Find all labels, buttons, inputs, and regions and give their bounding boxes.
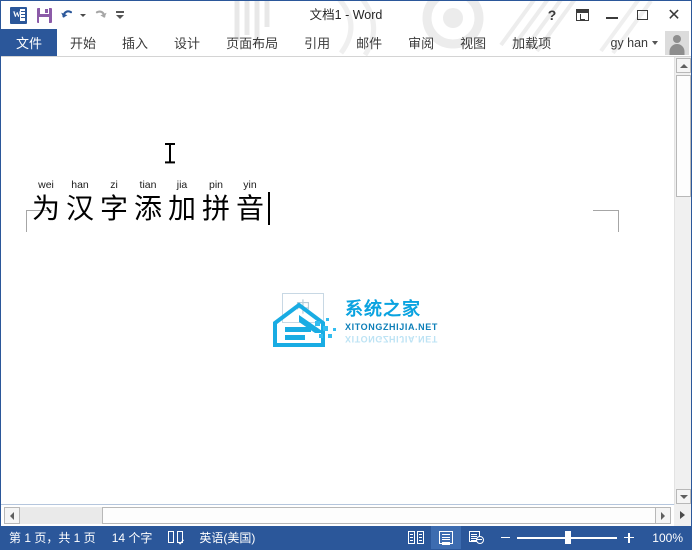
han-char: 加: [167, 192, 196, 225]
maximize-icon[interactable]: [627, 2, 657, 28]
ribbon-tab-bar: 文件 开始 插入 设计 页面布局 引用 邮件 审阅 视图 加载项 gy han: [1, 29, 691, 56]
watermark-text: 系统之家 XITONGZHIJIA.NET XITONGZHIJIA.NET: [345, 299, 438, 344]
proofing-status-icon[interactable]: [160, 526, 191, 549]
watermark-brand-cn: 系统之家: [345, 299, 421, 320]
resize-grip-icon[interactable]: [674, 505, 691, 527]
zoom-control[interactable]: [491, 526, 643, 549]
zoom-slider-thumb[interactable]: [565, 531, 571, 544]
han-char: 为: [31, 192, 60, 225]
watermark-brand-en: XITONGZHIJIA.NET: [345, 322, 438, 332]
vertical-scrollbar-thumb[interactable]: [676, 75, 691, 197]
tab-review[interactable]: 审阅: [395, 29, 447, 56]
document-area: wei 为 han 汉 zi 字 tian 添 jia 加 pin 拼 yin …: [1, 56, 691, 527]
ruby-cell: jia 加: [165, 179, 199, 226]
text-insertion-caret: [268, 192, 270, 225]
vertical-scrollbar[interactable]: [674, 57, 691, 505]
zoom-in-icon[interactable]: [621, 526, 637, 549]
ruby-cell: han 汉: [63, 179, 97, 226]
avatar[interactable]: [665, 30, 689, 55]
watermark-logo: 中 系统之家 XITONGZHIJIA.NET XITONGZHIJIA.NET: [273, 293, 438, 348]
tab-file[interactable]: 文件: [1, 29, 58, 56]
han-char: 字: [99, 192, 128, 225]
web-layout-view-button[interactable]: [461, 526, 491, 549]
tab-references[interactable]: 引用: [291, 29, 343, 56]
ruby-cell: zi 字: [97, 179, 131, 226]
watermark-badge: 中: [282, 293, 324, 323]
zoom-slider-track[interactable]: [517, 526, 617, 549]
pinyin-text: wei: [38, 179, 54, 191]
print-layout-view-button[interactable]: [431, 526, 461, 549]
pinyin-text: han: [71, 179, 89, 191]
account-area[interactable]: gy han: [610, 29, 689, 56]
zoom-out-icon[interactable]: [497, 526, 513, 549]
pinyin-text: jia: [176, 179, 188, 191]
pinyin-text: yin: [243, 179, 257, 191]
zoom-level-label[interactable]: 100%: [643, 531, 691, 545]
ribbon-tabs: 文件 开始 插入 设计 页面布局 引用 邮件 审阅 视图 加载项: [1, 29, 564, 56]
status-page-info[interactable]: 第 1 页，共 1 页: [1, 526, 104, 549]
watermark-brand-en-reflection: XITONGZHIJIA.NET: [345, 334, 438, 344]
pinyin-text: zi: [110, 179, 118, 191]
document-page[interactable]: wei 为 han 汉 zi 字 tian 添 jia 加 pin 拼 yin …: [1, 57, 674, 505]
tab-view[interactable]: 视图: [447, 29, 499, 56]
tab-mailings[interactable]: 邮件: [343, 29, 395, 56]
chevron-down-icon[interactable]: [652, 40, 658, 45]
read-mode-view-button[interactable]: [401, 526, 431, 549]
ruby-paragraph[interactable]: wei 为 han 汉 zi 字 tian 添 jia 加 pin 拼 yin …: [29, 179, 270, 226]
account-name: gy han: [610, 35, 648, 50]
pinyin-text: tian: [139, 179, 157, 191]
margin-marker-top-right: [593, 210, 619, 232]
help-icon[interactable]: ?: [537, 2, 567, 28]
tab-page-layout[interactable]: 页面布局: [213, 29, 291, 56]
tab-insert[interactable]: 插入: [109, 29, 161, 56]
ruby-cell: wei 为: [29, 179, 63, 226]
ruby-cell: pin 拼: [199, 179, 233, 226]
title-bar: W 文档1 - Word ? ✕: [1, 1, 691, 29]
scroll-right-icon[interactable]: [655, 507, 671, 524]
ruby-cell: tian 添: [131, 179, 165, 226]
han-char: 拼: [201, 192, 230, 225]
house-icon: [273, 302, 336, 347]
minimize-icon[interactable]: [597, 2, 627, 28]
status-language[interactable]: 英语(美国): [191, 526, 263, 549]
scroll-up-icon[interactable]: [676, 58, 691, 73]
ribbon-display-options-icon[interactable]: [567, 2, 597, 28]
window-controls: ? ✕: [537, 1, 691, 29]
word-window: W 文档1 - Word ? ✕ 文件 开始 插入 设计 页面布局 引用 邮件 …: [0, 0, 692, 550]
han-char: 音: [235, 192, 264, 225]
tab-home[interactable]: 开始: [57, 29, 109, 56]
status-word-count[interactable]: 14 个字: [104, 526, 161, 549]
horizontal-scrollbar-thumb[interactable]: [102, 507, 664, 524]
han-char: 汉: [65, 192, 94, 225]
pinyin-text: pin: [208, 179, 223, 191]
tab-addins[interactable]: 加载项: [499, 29, 564, 56]
ruby-row: wei 为 han 汉 zi 字 tian 添 jia 加 pin 拼 yin …: [29, 179, 270, 226]
han-char: 添: [133, 192, 162, 225]
scroll-down-icon[interactable]: [676, 489, 691, 504]
status-bar: 第 1 页，共 1 页 14 个字 英语(美国) 100%: [1, 526, 691, 549]
close-icon[interactable]: ✕: [657, 2, 691, 28]
horizontal-scrollbar[interactable]: [1, 504, 674, 527]
scroll-left-icon[interactable]: [4, 507, 20, 524]
text-cursor-ibeam: [165, 143, 175, 163]
tab-design[interactable]: 设计: [161, 29, 213, 56]
ruby-cell: yin 音: [233, 179, 267, 226]
